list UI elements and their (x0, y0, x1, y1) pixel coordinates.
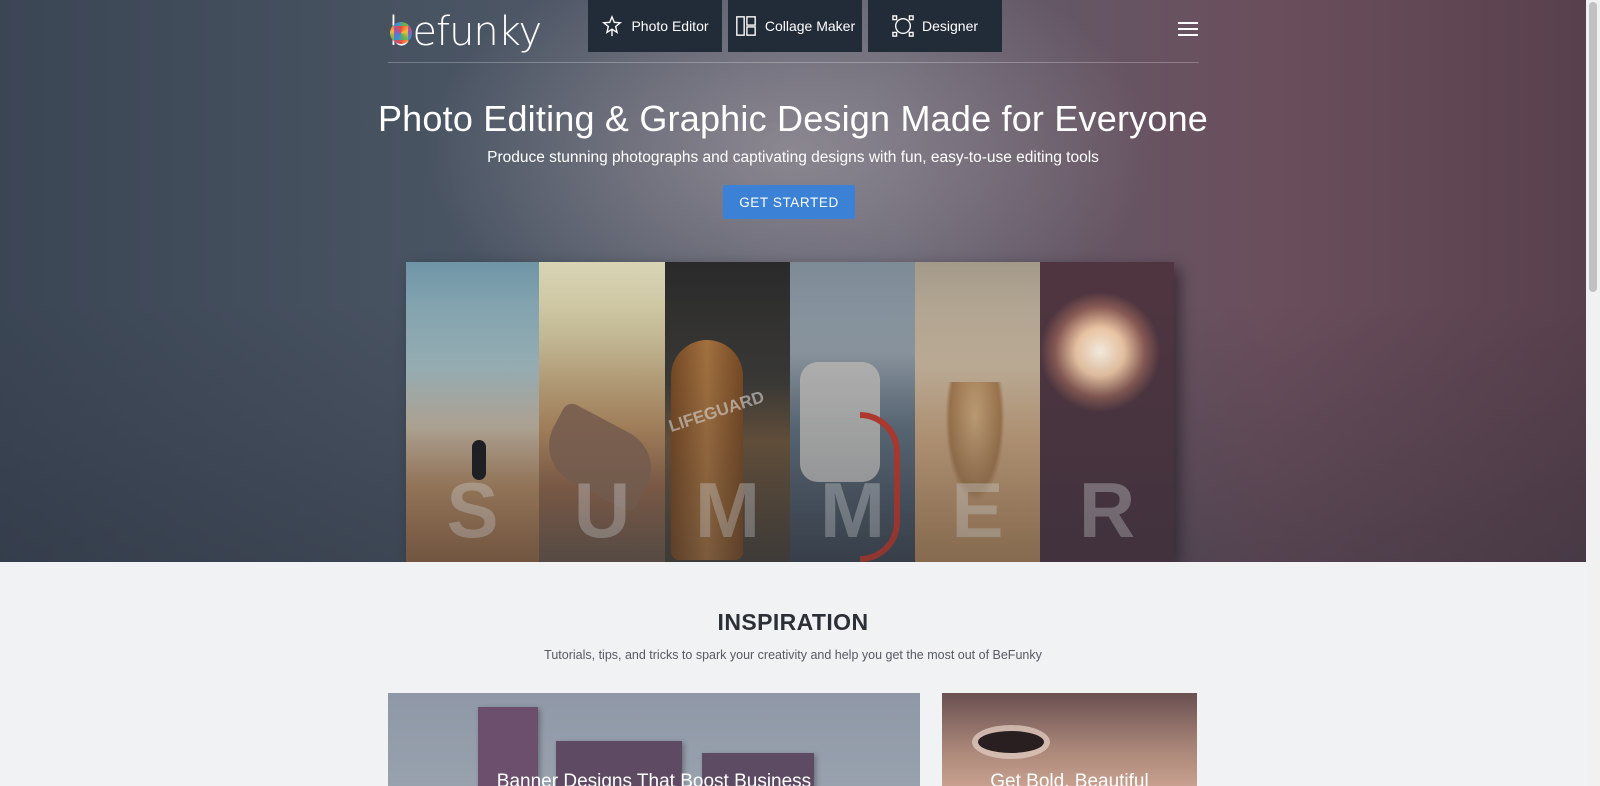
hero-section: befunky Photo Editor Collage Maker Desig… (0, 0, 1586, 562)
scrollbar-thumb[interactable] (1589, 2, 1597, 292)
header-divider (388, 62, 1199, 63)
star-wand-icon (602, 15, 623, 37)
card-title: Banner Designs That Boost Business (496, 771, 812, 786)
inspiration-card-banner-designs[interactable]: Banner Designs That Boost Business (388, 693, 920, 786)
inspiration-title: INSPIRATION (717, 609, 869, 635)
inspiration-subtitle: Tutorials, tips, and tricks to spark you… (544, 648, 1042, 662)
card-title: Get Bold, Beautiful (990, 771, 1149, 786)
hamburger-menu-icon[interactable] (1178, 22, 1198, 38)
befunky-logo[interactable]: befunky (388, 9, 542, 55)
collage-letter: M (695, 466, 760, 554)
collage-letter: R (1078, 466, 1136, 554)
collage-panel-boat: U (539, 262, 665, 562)
collage-panel-binoculars: M (790, 262, 915, 562)
nav-tab-label: Photo Editor (631, 18, 709, 34)
collage-panel-beach: S (406, 262, 539, 562)
get-started-button[interactable]: GET STARTED (723, 185, 855, 219)
collage-grid-icon (736, 16, 756, 36)
top-nav: Photo Editor Collage Maker Designer (588, 0, 1002, 52)
collage-letter: E (951, 466, 1004, 554)
nav-tab-label: Collage Maker (764, 18, 856, 34)
nav-tab-photo-editor[interactable]: Photo Editor (588, 0, 722, 52)
designer-circle-icon (892, 15, 914, 37)
inspiration-card-bold-beautiful[interactable]: Get Bold, Beautiful (942, 693, 1197, 786)
nav-tab-designer[interactable]: Designer (868, 0, 1002, 52)
nav-tab-label: Designer (921, 18, 979, 34)
hero-subhead: Produce stunning photographs and captiva… (487, 149, 1099, 166)
logo-color-wheel-icon (390, 22, 412, 44)
page-scrollbar[interactable] (1586, 0, 1600, 786)
collage-panel-grass: E (915, 262, 1040, 562)
eye-image (978, 731, 1044, 753)
collage-panel-sunset-portrait: R (1040, 262, 1174, 562)
collage-panel-surfboard: LIFEGUARD M (665, 262, 790, 562)
collage-letter: U (573, 466, 631, 554)
nav-tab-collage-maker[interactable]: Collage Maker (728, 0, 862, 52)
collage-letter: S (446, 466, 499, 554)
collage-letter: M (820, 466, 885, 554)
hero-headline: Photo Editing & Graphic Design Made for … (377, 98, 1209, 139)
summer-collage-image: S U LIFEGUARD M M E R (406, 262, 1174, 562)
